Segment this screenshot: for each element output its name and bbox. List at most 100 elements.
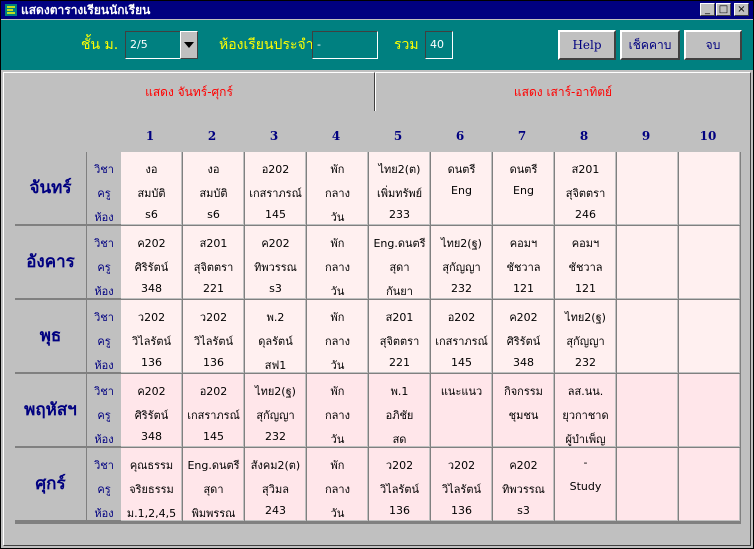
schedule-cell[interactable]: งอ สมบัติ s6 bbox=[183, 152, 244, 225]
schedule-cell[interactable]: อ202 เกสราภรณ์ 145 bbox=[245, 152, 306, 225]
schedule-cell[interactable] bbox=[679, 300, 740, 373]
subject-text: ค202 bbox=[261, 237, 290, 250]
schedule-cell[interactable] bbox=[679, 226, 740, 299]
schedule-cell[interactable]: พ.2 ดุลรัตน์ สฟ1 bbox=[245, 300, 306, 373]
tab-weekdays[interactable]: แสดง จันทร์-ศุกร์ bbox=[3, 72, 375, 112]
schedule-cell[interactable]: กิจกรรม ชุมชน bbox=[493, 374, 554, 447]
subject-text: พัก bbox=[330, 311, 345, 324]
schedule-cell[interactable]: คุณธรรม จริยธรรม ม.1,2,4,5 bbox=[121, 448, 182, 521]
schedule-cell[interactable]: พัก กลาง วัน bbox=[307, 374, 368, 447]
schedule-cell[interactable]: พัก กลาง วัน bbox=[307, 152, 368, 225]
row-labels: วิชา ครู ห้อง bbox=[87, 374, 121, 447]
schedule-cell[interactable]: ส201 สุจิตตรา 221 bbox=[183, 226, 244, 299]
schedule-cell[interactable]: พ.1 อภิชัย สด bbox=[369, 374, 430, 447]
schedule-cell[interactable]: Eng.ดนตรี สุดา กันยา bbox=[369, 226, 430, 299]
minimize-button[interactable]: _ bbox=[700, 3, 715, 16]
room-text: สฟ1 bbox=[264, 359, 287, 372]
room-text: วัน bbox=[330, 211, 345, 224]
schedule-cell[interactable] bbox=[617, 374, 678, 447]
schedule-cell[interactable]: ดนตรี Eng bbox=[493, 152, 554, 225]
close-window-button[interactable]: × bbox=[734, 3, 749, 16]
schedule-cell[interactable]: ค202 ทิพวรรณ s3 bbox=[245, 226, 306, 299]
schedule-cell[interactable]: พัก กลาง วัน bbox=[307, 300, 368, 373]
subject-text: คอมฯ bbox=[509, 237, 538, 250]
check-period-button[interactable]: เช็คคาบ bbox=[620, 30, 680, 60]
teacher-text: เกสราภรณ์ bbox=[249, 187, 302, 200]
schedule-cell[interactable]: พัก กลาง วัน bbox=[307, 448, 368, 521]
schedule-cell[interactable]: อ202 เกสราภรณ์ 145 bbox=[183, 374, 244, 447]
title-bar[interactable]: แสดงตารางเรียนนักเรียน _ □ × bbox=[1, 1, 753, 19]
schedule-cell[interactable] bbox=[679, 152, 740, 225]
schedule-cell[interactable]: ค202 ศิริรัตน์ 348 bbox=[121, 374, 182, 447]
teacher-text: ยุวกาชาด bbox=[562, 409, 609, 422]
period-header: 4 bbox=[331, 129, 341, 143]
schedule-cell[interactable]: สังคม2(ต) สุวิมล 243 bbox=[245, 448, 306, 521]
subject-text: ว202 bbox=[447, 459, 476, 472]
schedule-cell[interactable]: ว202 วิไลรัตน์ 136 bbox=[431, 448, 492, 521]
schedule-cell[interactable]: ค202 ทิพวรรณ s3 bbox=[493, 448, 554, 521]
schedule-cell[interactable]: ไทย2(ต) เพิ่มทรัพย์ 233 bbox=[369, 152, 430, 225]
row-labels: วิชา ครู ห้อง bbox=[87, 300, 121, 373]
schedule-cell[interactable]: คอมฯ ชัชวาล 121 bbox=[493, 226, 554, 299]
day-label: พฤหัสฯ bbox=[15, 374, 87, 447]
schedule-cell[interactable] bbox=[617, 448, 678, 521]
room-text: 243 bbox=[265, 504, 286, 517]
subject-text: พ.1 bbox=[390, 385, 409, 398]
subject-text: ไทย2(ฐ) bbox=[441, 237, 482, 250]
close-button[interactable]: จบ bbox=[684, 30, 742, 60]
subject-text: ค202 bbox=[137, 237, 166, 250]
schedule-cell[interactable] bbox=[617, 300, 678, 373]
row-label: ห้อง bbox=[94, 285, 114, 298]
schedule-cell[interactable] bbox=[679, 448, 740, 521]
schedule-cell[interactable] bbox=[679, 374, 740, 447]
room-text: 221 bbox=[203, 282, 224, 295]
subject-text: พัก bbox=[330, 237, 345, 250]
teacher-text: กลาง bbox=[325, 335, 350, 348]
schedule-cell[interactable]: งอ สมบัติ s6 bbox=[121, 152, 182, 225]
room-text: 233 bbox=[389, 208, 410, 221]
teacher-text: ศิริรัตน์ bbox=[134, 261, 169, 274]
subject-text: งอ bbox=[207, 163, 220, 176]
row-labels: วิชา ครู ห้อง bbox=[87, 226, 121, 299]
schedule-cell[interactable]: ดนตรี Eng bbox=[431, 152, 492, 225]
subject-text: คอมฯ bbox=[571, 237, 600, 250]
homeroom-field[interactable]: - bbox=[312, 31, 378, 59]
subject-text: พัก bbox=[330, 163, 345, 176]
schedule-cell[interactable]: ส201 สุจิตตรา 246 bbox=[555, 152, 616, 225]
app-icon bbox=[5, 4, 17, 16]
schedule-cell[interactable]: ว202 วิไลรัตน์ 136 bbox=[369, 448, 430, 521]
row-label: ห้อง bbox=[94, 433, 114, 446]
tab-weekend[interactable]: แสดง เสาร์-อาทิตย์ bbox=[375, 72, 751, 112]
room-text: 221 bbox=[389, 356, 410, 369]
help-button[interactable]: Help bbox=[558, 30, 616, 60]
schedule-cell[interactable]: ค202 ศิริรัตน์ 348 bbox=[493, 300, 554, 373]
teacher-text: อภิชัย bbox=[385, 409, 414, 422]
subject-text: ว202 bbox=[385, 459, 414, 472]
schedule-cell[interactable]: ไทย2(ฐ) สุกัญญา 232 bbox=[555, 300, 616, 373]
subject-text: ส201 bbox=[385, 311, 414, 324]
schedule-cell[interactable] bbox=[617, 226, 678, 299]
schedule-cell[interactable]: - Study bbox=[555, 448, 616, 521]
period-header: 7 bbox=[517, 129, 527, 143]
schedule-cell[interactable]: Eng.ดนตรี สุดา พิมพรรณ bbox=[183, 448, 244, 521]
schedule-cell[interactable]: พัก กลาง วัน bbox=[307, 226, 368, 299]
schedule-cell[interactable]: ลส.นน. ยุวกาชาด ผู้บำเพ็ญ bbox=[555, 374, 616, 447]
schedule-cell[interactable]: อ202 เกสราภรณ์ 145 bbox=[431, 300, 492, 373]
grade-dropdown-button[interactable] bbox=[180, 31, 198, 59]
teacher-text: สมบัติ bbox=[137, 187, 166, 200]
schedule-cell[interactable]: ว202 วิไลรัตน์ 136 bbox=[121, 300, 182, 373]
schedule-cell[interactable]: ส201 สุจิตตรา 221 bbox=[369, 300, 430, 373]
row-label: ห้อง bbox=[94, 211, 114, 224]
schedule-cell[interactable]: ไทย2(ฐ) สุกัญญา 232 bbox=[431, 226, 492, 299]
schedule-cell[interactable]: แนะแนว bbox=[431, 374, 492, 447]
schedule-cell[interactable]: ค202 ศิริรัตน์ 348 bbox=[121, 226, 182, 299]
schedule-cell[interactable]: คอมฯ ชัชวาล 121 bbox=[555, 226, 616, 299]
schedule-cell[interactable]: ไทย2(ฐ) สุกัญญา 232 bbox=[245, 374, 306, 447]
day-label: อังคาร bbox=[15, 226, 87, 299]
maximize-button[interactable]: □ bbox=[716, 3, 731, 16]
room-text: 145 bbox=[451, 356, 472, 369]
subject-text: งอ bbox=[145, 163, 158, 176]
grade-select[interactable]: 2/5 bbox=[125, 31, 181, 59]
schedule-cell[interactable] bbox=[617, 152, 678, 225]
schedule-cell[interactable]: ว202 วิไลรัตน์ 136 bbox=[183, 300, 244, 373]
